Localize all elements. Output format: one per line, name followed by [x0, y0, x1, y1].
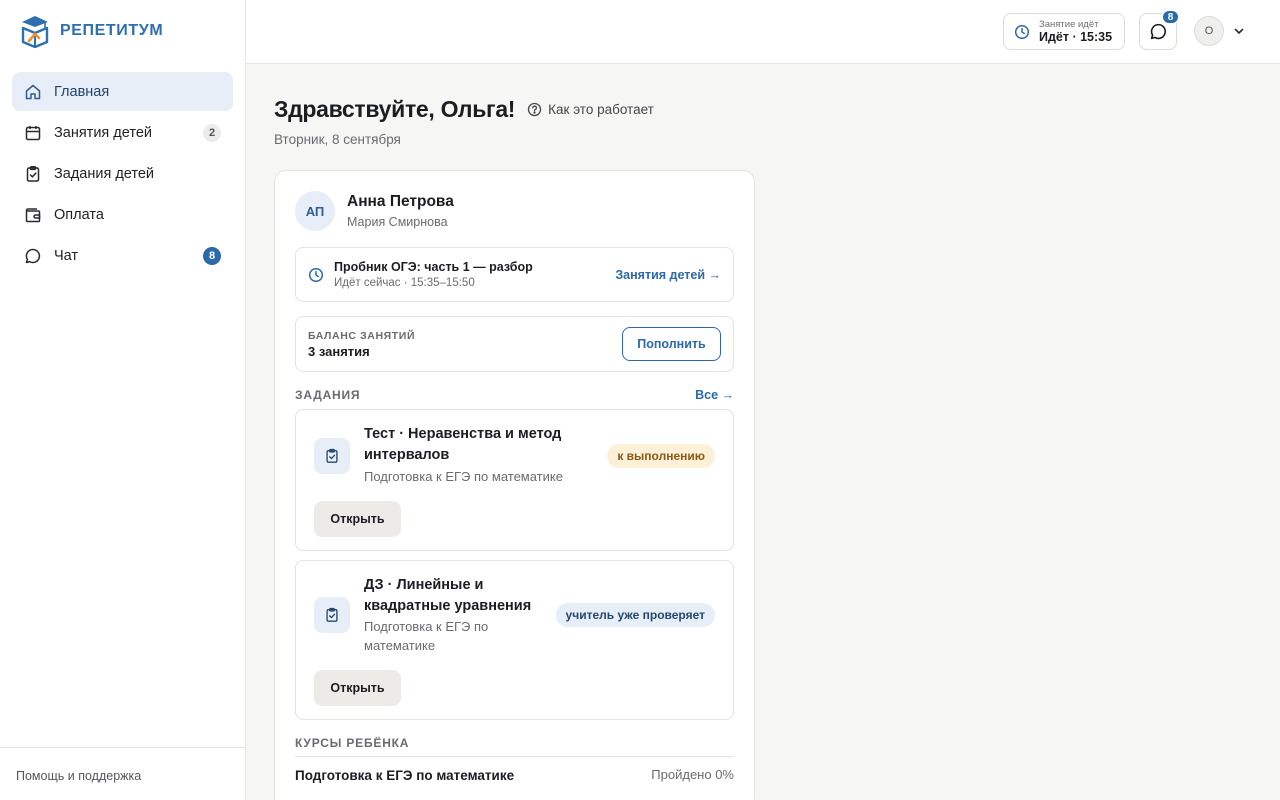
task-course: Подготовка к ЕГЭ по математике: [364, 469, 563, 484]
sidebar-item-payment[interactable]: Оплата: [12, 195, 233, 234]
lesson-status-label: Занятие идёт: [1039, 18, 1099, 30]
chat-button[interactable]: 8: [1139, 10, 1179, 50]
task-course-line: математике: [364, 638, 436, 653]
current-date: Вторник, 8 сентября: [274, 132, 401, 147]
task-title-line: квадратные уравнения: [364, 598, 532, 614]
task-course-line: Подготовка к ЕГЭ по: [364, 619, 489, 634]
clock-icon: [1014, 24, 1030, 39]
live-lesson-time: Идёт сейчас · 15:35–15:50: [334, 277, 475, 289]
sidebar-nav: Главная Занятия детей 2 Задания детей Оп…: [12, 72, 233, 277]
sidebar-item-tasks[interactable]: Задания детей: [12, 154, 233, 193]
sidebar-item-label: Оплата: [54, 206, 104, 223]
help-support-link[interactable]: Помощь и поддержка: [0, 747, 245, 800]
task-course: Подготовка к ЕГЭ по математике: [364, 617, 488, 655]
top-header: Занятие идёт Идёт · 15:35 8 О: [246, 0, 1280, 64]
chat-icon: [24, 247, 42, 265]
app-name: РЕПЕТИТУМ: [60, 22, 164, 39]
live-lesson-banner: Пробник ОГЭ: часть 1 — разбор Идёт сейча…: [295, 247, 734, 302]
sidebar-item-label: Главная: [54, 83, 110, 100]
how-it-works-label: Как это работает: [548, 102, 654, 117]
clipboard-check-icon: [314, 438, 350, 474]
task-card[interactable]: Тест · Неравенства и метод интервалов По…: [295, 409, 734, 551]
status-badge: учитель уже проверяет: [555, 603, 715, 627]
tasks-section-title: ЗАДАНИЯ: [295, 388, 361, 402]
task-title-line: ДЗ · Линейные и: [364, 577, 484, 593]
task-title: Тест · Неравенства и метод интервалов: [364, 424, 561, 466]
teacher-name: Мария Смирнова: [347, 215, 448, 229]
clock-icon: [308, 267, 324, 282]
home-icon: [24, 83, 42, 101]
course-name[interactable]: Подготовка к ЕГЭ по математике: [295, 768, 514, 783]
greeting-row: Здравствуйте, Ольга! Как это работает: [274, 96, 654, 123]
courses-section-title: КУРСЫ РЕБЁНКА: [295, 736, 410, 750]
lesson-status-value: Идёт · 15:35: [1039, 29, 1113, 44]
clipboard-check-icon: [24, 165, 42, 183]
sidebar-item-label: Задания детей: [54, 165, 155, 182]
app-logo[interactable]: РЕПЕТИТУМ: [20, 14, 163, 48]
calendar-icon: [24, 124, 42, 142]
status-badge: к выполнению: [607, 444, 715, 468]
sidebar: РЕПЕТИТУМ Главная Занятия детей 2 Задани…: [0, 0, 246, 800]
child-name: Анна Петрова: [347, 193, 454, 210]
sidebar-item-home[interactable]: Главная: [12, 72, 233, 111]
child-card: АП Анна Петрова Мария Смирнова Пробник О…: [274, 170, 755, 800]
all-tasks-link[interactable]: Все →: [695, 388, 734, 402]
how-it-works-link[interactable]: Как это работает: [527, 102, 654, 117]
task-title-line: интервалов: [364, 447, 450, 463]
open-task-button[interactable]: Открыть: [314, 670, 401, 706]
sidebar-item-lessons[interactable]: Занятия детей 2: [12, 113, 233, 152]
chat-badge: 8: [1162, 10, 1179, 24]
wallet-icon: [24, 206, 42, 224]
lessons-link[interactable]: Занятия детей →: [615, 268, 721, 282]
balance-value: 3 занятия: [308, 343, 370, 359]
chevron-down-icon: [1234, 28, 1244, 34]
balance-panel: БАЛАНС ЗАНЯТИЙ 3 занятия Пополнить: [295, 316, 734, 372]
page-title: Здравствуйте, Ольга!: [274, 96, 516, 122]
count-badge: 2: [203, 123, 221, 142]
avatar: О: [1194, 16, 1224, 46]
top-up-button[interactable]: Пополнить: [622, 327, 721, 361]
avatar: АП: [295, 191, 335, 231]
live-lesson-title: Пробник ОГЭ: часть 1 — разбор: [334, 260, 533, 274]
divider: [295, 756, 734, 757]
sidebar-item-label: Чат: [54, 247, 79, 264]
count-badge: 8: [203, 246, 221, 265]
main-content: Здравствуйте, Ольга! Как это работает Вт…: [246, 64, 1280, 800]
logo-icon: [21, 16, 49, 48]
chat-icon: [1150, 23, 1166, 40]
help-circle-icon: [528, 102, 542, 117]
clipboard-check-icon: [314, 597, 350, 633]
child-header: АП Анна Петрова Мария Смирнова: [295, 191, 454, 231]
course-progress: Пройдено 0%: [651, 767, 734, 782]
task-title-line: Тест · Неравенства и метод: [364, 426, 562, 442]
current-lesson-indicator[interactable]: Занятие идёт Идёт · 15:35: [1003, 13, 1125, 50]
balance-label: БАЛАНС ЗАНЯТИЙ: [308, 329, 416, 342]
sidebar-item-label: Занятия детей: [54, 124, 152, 141]
task-card[interactable]: ДЗ · Линейные и квадратные уравнения Под…: [295, 560, 734, 720]
task-title: ДЗ · Линейные и квадратные уравнения: [364, 575, 531, 617]
user-menu[interactable]: О: [1194, 16, 1245, 46]
open-task-button[interactable]: Открыть: [314, 501, 401, 537]
sidebar-item-chat[interactable]: Чат 8: [12, 236, 233, 275]
